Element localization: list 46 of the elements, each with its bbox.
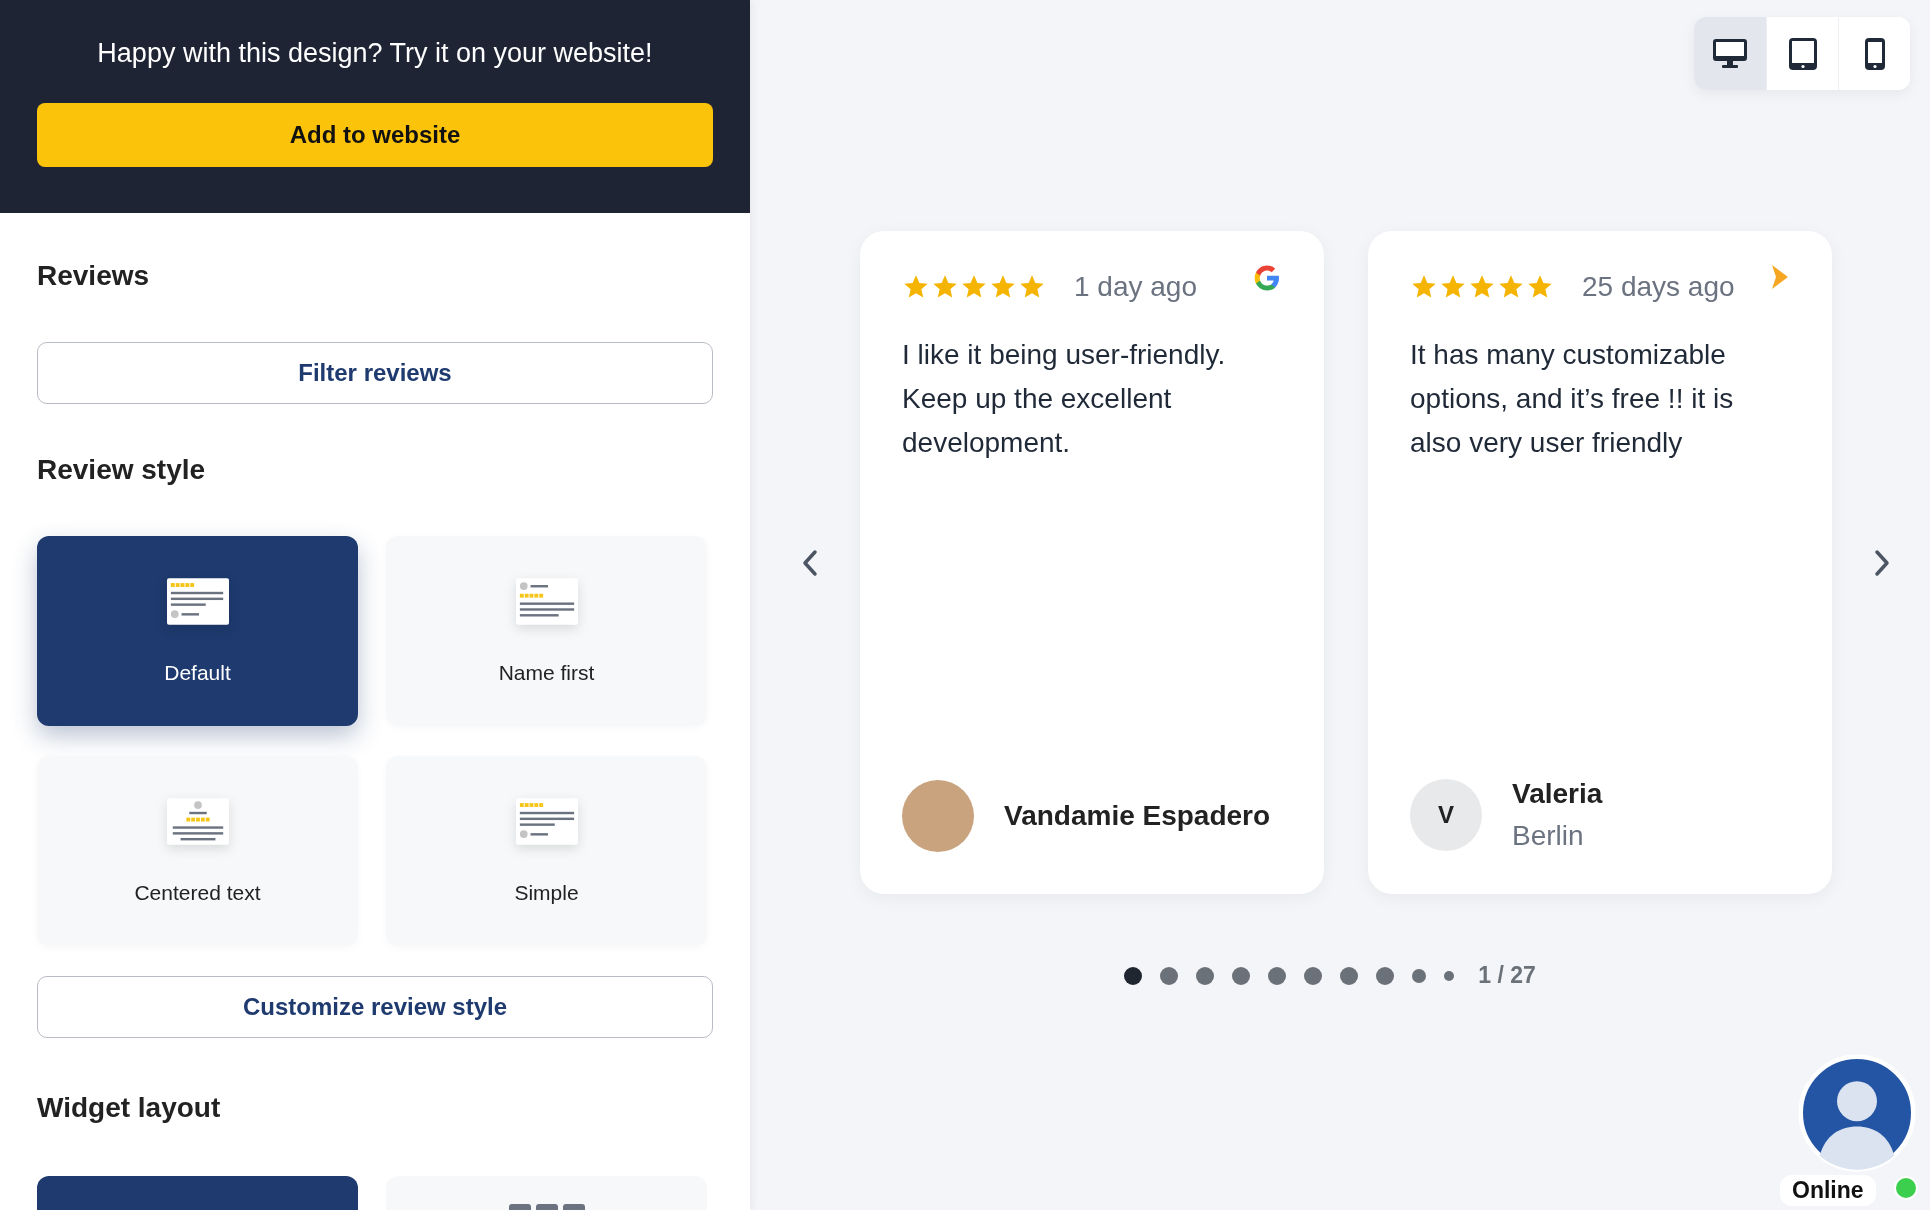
review-time: 1 day ago (1074, 271, 1197, 303)
review-time: 25 days ago (1582, 271, 1735, 303)
pagination-dot[interactable] (1304, 966, 1323, 985)
page-counter: 1 / 27 (1478, 962, 1536, 989)
device-toggle-button[interactable] (1838, 17, 1910, 90)
customize-review-style-button[interactable]: Customize review style (37, 976, 713, 1038)
layout-preview-icon (166, 797, 229, 845)
layout-preview-icon (515, 577, 578, 625)
promo-text: Happy with this design? Try it on your website! (97, 38, 653, 69)
filter-reviews-button[interactable]: Filter reviews (37, 342, 713, 404)
pagination-dot[interactable] (1232, 966, 1251, 985)
g-logo-icon (1252, 263, 1282, 293)
review-style-option[interactable]: Name first (386, 536, 707, 726)
phone-icon (1864, 37, 1885, 70)
review-style-option[interactable]: Simple (386, 756, 707, 946)
online-status-label: Online (1780, 1175, 1876, 1206)
pagination-dot[interactable] (1196, 966, 1215, 985)
pagination-dot[interactable] (1376, 966, 1395, 985)
device-toggle-button[interactable] (1694, 17, 1766, 90)
review-style-option[interactable]: Default (37, 536, 358, 726)
arrow-logo-icon (1770, 263, 1790, 291)
pagination-dot[interactable] (1340, 966, 1359, 985)
chevron-left-icon (801, 548, 819, 577)
layout-preview-icon (166, 577, 229, 625)
section-heading: Reviews (37, 260, 151, 292)
desktop-icon (1713, 38, 1747, 69)
pagination-dot[interactable] (1124, 966, 1143, 985)
section-heading: Review style (37, 454, 207, 486)
author-name: Vandamie Espadero (1004, 800, 1271, 832)
review-style-option[interactable]: Centered text (37, 756, 358, 946)
section-heading: Widget layout (37, 1092, 222, 1124)
author-location: Berlin (1512, 820, 1585, 852)
pagination-dot[interactable] (1444, 970, 1455, 981)
review-text: It has many customizable options, and it’s free !! it is also very user friendly (1410, 338, 1735, 460)
review-text: I like it being user-friendly. Keep up the excellent development. (902, 338, 1227, 460)
tablet-icon (1788, 37, 1817, 70)
add-to-website-button[interactable]: Add to website (37, 103, 713, 167)
pagination-dot[interactable] (1160, 966, 1179, 985)
chevron-right-icon (1873, 548, 1891, 577)
layout-preview-icon (515, 797, 578, 845)
author-name: Valeria (1512, 778, 1603, 810)
device-toggle-button[interactable] (1766, 17, 1838, 90)
pagination-dot[interactable] (1412, 968, 1427, 983)
agent-avatar[interactable] (1798, 1054, 1916, 1172)
pagination-dot[interactable] (1268, 966, 1287, 985)
avatar-initial: V (1410, 779, 1482, 851)
